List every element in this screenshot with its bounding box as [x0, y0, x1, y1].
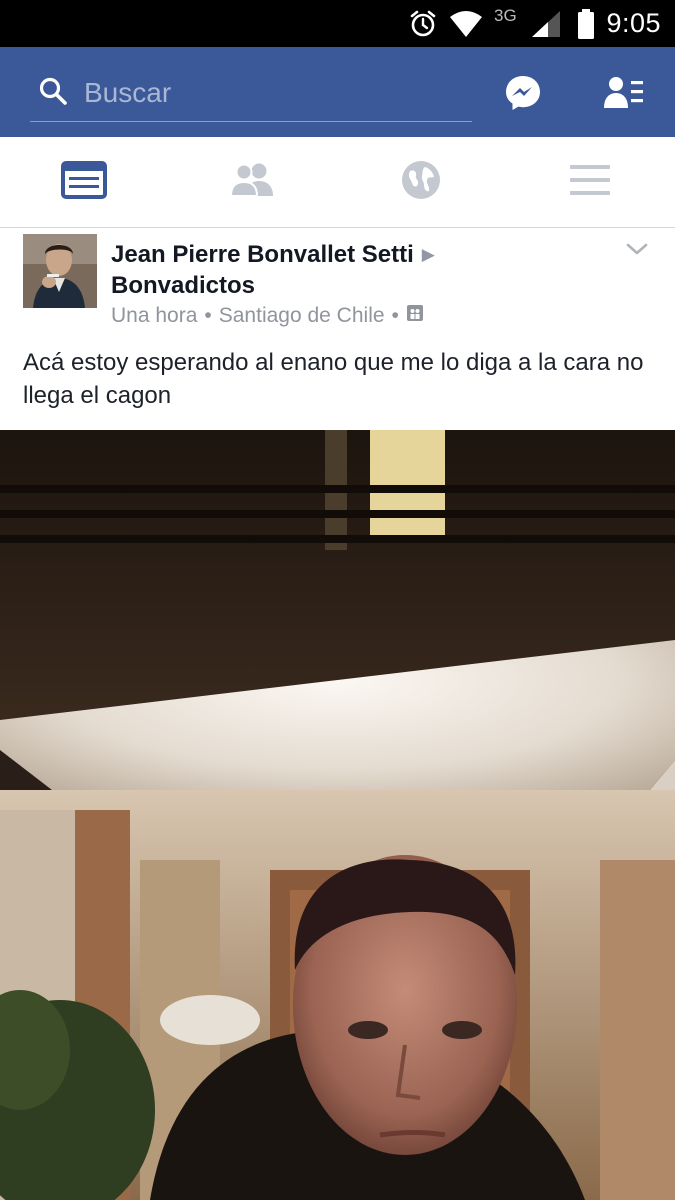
group-audience-icon	[406, 304, 424, 328]
post-photo[interactable]	[0, 430, 675, 1200]
post-group-name[interactable]: Bonvadictos	[111, 272, 255, 299]
friends-icon	[229, 162, 275, 203]
tab-bar	[0, 137, 675, 228]
alarm-icon	[408, 0, 438, 47]
status-time: 9:05	[606, 8, 661, 38]
tab-notifications[interactable]	[337, 137, 505, 227]
search-bar[interactable]	[30, 67, 472, 122]
post-text: Acá estoy esperando al enano que me lo d…	[23, 349, 644, 409]
search-icon[interactable]	[38, 76, 68, 106]
avatar[interactable]	[23, 234, 97, 308]
post-header: Jean Pierre Bonvallet Setti ▶ Bonvadictos…	[0, 229, 675, 329]
battery-icon	[576, 0, 596, 47]
globe-icon	[400, 159, 442, 206]
network-type: 3G	[494, 5, 517, 25]
news-feed-icon	[61, 160, 107, 204]
tab-friends[interactable]	[168, 137, 336, 227]
tab-menu[interactable]	[506, 137, 674, 227]
menu-icon	[569, 163, 611, 202]
signal-icon	[530, 0, 562, 47]
shared-to-arrow-icon: ▶	[421, 245, 435, 264]
post-author-line: Jean Pierre Bonvallet Setti ▶ Bonvadictos	[111, 239, 581, 301]
separator-dot: •	[391, 304, 399, 327]
post-meta: Una hora • Santiago de Chile •	[111, 304, 424, 328]
post-author-name[interactable]: Jean Pierre Bonvallet Setti	[111, 241, 414, 268]
wifi-icon	[448, 0, 484, 47]
friend-requests-icon[interactable]	[600, 69, 648, 117]
post-location[interactable]: Santiago de Chile	[219, 304, 385, 328]
app-header	[0, 47, 675, 137]
post-time[interactable]: Una hora	[111, 304, 197, 328]
status-bar: 3G 9:05	[0, 0, 675, 47]
search-input[interactable]	[82, 71, 466, 115]
messenger-icon[interactable]	[499, 69, 547, 117]
tab-news-feed[interactable]	[0, 137, 168, 227]
separator-dot: •	[204, 304, 212, 327]
post-options-chevron-down-icon[interactable]	[625, 237, 649, 261]
